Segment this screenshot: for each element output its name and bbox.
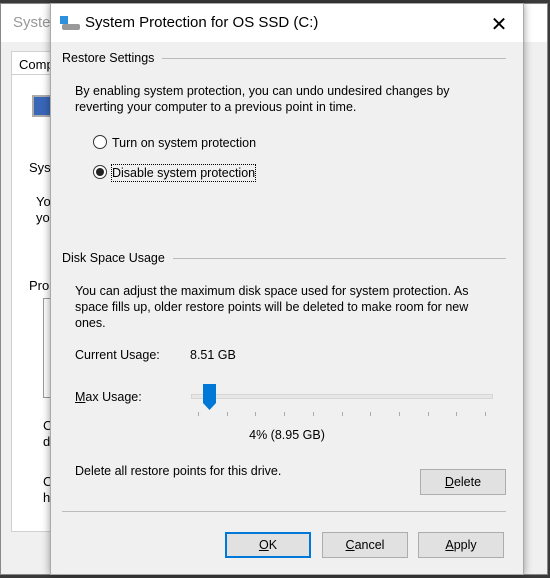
apply-button[interactable]: Apply	[418, 532, 504, 558]
max-usage-value: 4% (8.95 GB)	[249, 428, 325, 442]
slider-tick	[198, 412, 199, 416]
slider-tick	[284, 412, 286, 416]
slider-tick	[255, 412, 257, 416]
restore-settings-heading: Restore Settings	[62, 51, 163, 65]
slider-tick	[398, 412, 400, 416]
slider-tick	[226, 412, 228, 416]
dialog-title: System Protection for OS SSD (C:)	[85, 14, 319, 31]
bg-text: yo	[36, 210, 50, 225]
system-protection-dialog: System Protection for OS SSD (C:) ✕ Rest…	[50, 3, 524, 575]
max-usage-slider-track[interactable]	[191, 394, 493, 399]
cancel-button[interactable]: Cancel	[322, 532, 408, 558]
disk-description: space fills up, older restore points wil…	[75, 300, 469, 314]
restore-description: By enabling system protection, you can u…	[75, 84, 450, 98]
slider-tick	[485, 412, 486, 416]
restore-description: reverting your computer to a previous po…	[75, 100, 357, 114]
slider-tick	[341, 412, 343, 416]
disk-space-heading: Disk Space Usage	[62, 251, 173, 265]
disk-description: You can adjust the maximum disk space us…	[75, 284, 469, 298]
delete-description: Delete all restore points for this drive…	[75, 464, 282, 478]
max-usage-label: Max Usage:	[75, 390, 142, 404]
disable-protection-label[interactable]: Disable system protection	[110, 164, 257, 182]
turn-on-protection-label[interactable]: Turn on system protection	[112, 135, 256, 151]
slider-tick	[370, 412, 372, 416]
drive-icon	[60, 16, 80, 30]
max-usage-slider-thumb[interactable]	[202, 384, 216, 410]
title-bar: System Protection for OS SSD (C:) ✕	[51, 4, 523, 42]
slider-tick	[312, 412, 314, 416]
turn-on-protection-radio[interactable]	[93, 135, 107, 149]
slider-tick	[427, 412, 429, 416]
close-icon[interactable]: ✕	[487, 12, 511, 37]
disk-description: ones.	[75, 316, 106, 330]
slider-tick	[456, 412, 458, 416]
divider	[62, 511, 506, 512]
current-usage-value: 8.51 GB	[190, 348, 236, 362]
current-usage-label: Current Usage:	[75, 348, 160, 362]
delete-button[interactable]: Delete	[420, 469, 506, 495]
ok-button[interactable]: OK	[225, 532, 311, 558]
bg-text: Sys	[29, 160, 51, 175]
bg-text: Pro	[29, 278, 50, 293]
disable-protection-radio[interactable]	[93, 165, 107, 179]
bg-text: Yo	[36, 194, 51, 209]
